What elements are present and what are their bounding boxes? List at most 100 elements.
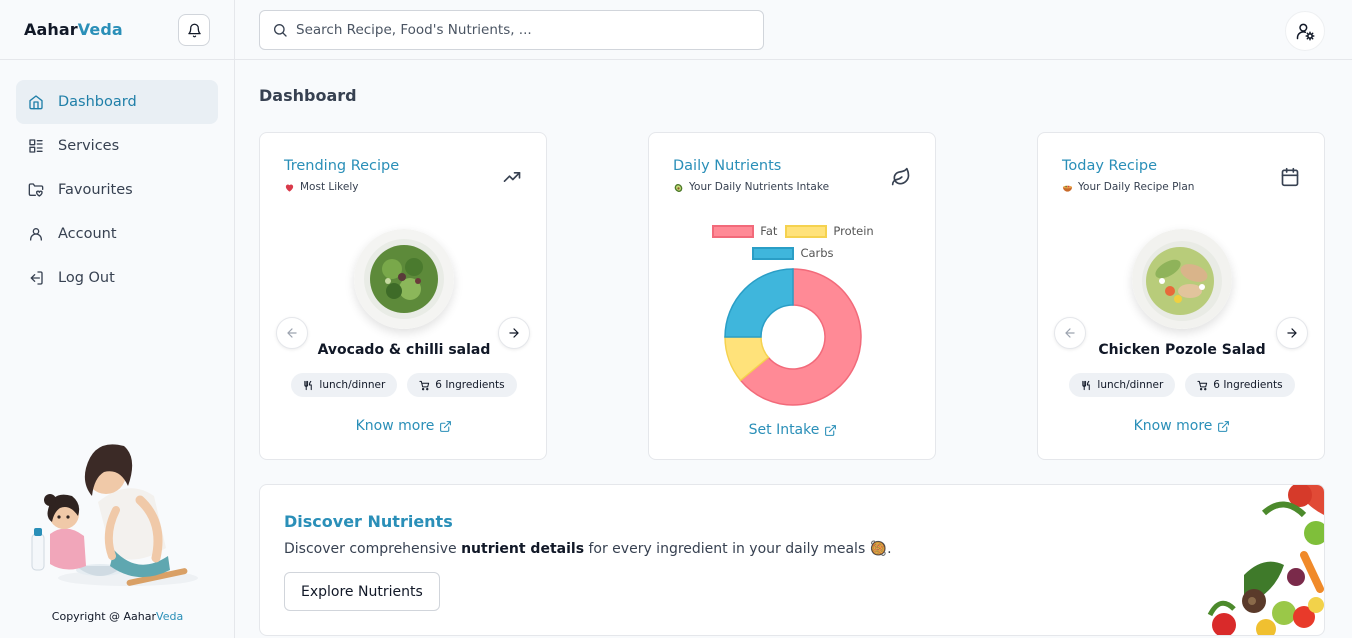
dish-image <box>1132 229 1232 329</box>
tag-ingredients: 6 Ingredients <box>1185 373 1295 397</box>
brand-part2: Veda <box>77 20 123 39</box>
calendar-icon <box>1281 167 1299 187</box>
legend-item-carbs[interactable]: Carbs <box>752 246 834 260</box>
sidebar-item-label: Favourites <box>58 182 133 198</box>
sidebar-item-account[interactable]: Account <box>16 212 218 256</box>
know-more-link[interactable]: Know more <box>1038 418 1326 434</box>
copyright-brand2: Veda <box>156 610 184 623</box>
legend-label: Protein <box>833 224 874 238</box>
copyright: Copyright @ AaharVeda <box>0 610 235 623</box>
external-link-icon <box>440 420 452 432</box>
vegetables-image <box>1207 485 1324 635</box>
user-settings-icon <box>1296 23 1315 41</box>
legend-label: Fat <box>760 224 778 238</box>
know-more-link[interactable]: Know more <box>260 418 548 434</box>
utensils-icon <box>1082 380 1091 390</box>
card-subtitle: Your Daily Recipe Plan <box>1062 181 1194 193</box>
avocado-icon <box>674 183 683 192</box>
external-link-icon <box>1218 420 1230 432</box>
link-label: Set Intake <box>748 422 820 438</box>
arrow-right-icon <box>509 328 519 338</box>
discover-text-bold: nutrient details <box>461 541 585 557</box>
legend-item-fat[interactable]: Fat <box>712 224 777 238</box>
cooking-illustration <box>31 444 198 586</box>
bowl-icon <box>1062 185 1073 192</box>
legend-swatch <box>785 224 828 238</box>
card-title: Today Recipe <box>1062 158 1158 174</box>
tag-meal-type: lunch/dinner <box>291 373 398 397</box>
tag-label: 6 Ingredients <box>1213 379 1283 391</box>
search-box[interactable] <box>259 10 764 50</box>
card-subtitle-text: Most Likely <box>300 181 359 193</box>
card-subtitle-text: Your Daily Recipe Plan <box>1078 181 1195 193</box>
folder-heart-icon <box>28 183 44 197</box>
dish-name: Avocado & chilli salad <box>317 342 491 358</box>
recipe-tags: lunch/dinner 6 Ingredients <box>260 373 548 397</box>
card-subtitle: Most Likely <box>284 181 358 193</box>
sidebar-item-services[interactable]: Services <box>16 124 218 168</box>
legend-label: Carbs <box>800 246 834 260</box>
today-recipe-card: Today Recipe Your Daily Recipe Plan Chic… <box>1037 132 1325 460</box>
sidebar-item-favourites[interactable]: Favourites <box>16 168 218 212</box>
user-settings-button[interactable] <box>1285 11 1325 51</box>
discover-text-part: for every ingredient in your daily meals… <box>584 541 892 557</box>
topbar <box>235 0 1352 60</box>
tag-label: lunch/dinner <box>1097 379 1164 391</box>
donut-slice-carbs[interactable] <box>724 268 794 338</box>
trending-up-icon <box>503 172 521 182</box>
daily-nutrients-card: Daily Nutrients Your Daily Nutrients Int… <box>648 132 936 460</box>
link-label: Know more <box>355 418 435 434</box>
sidebar-item-logout[interactable]: Log Out <box>16 256 218 300</box>
external-link-icon <box>825 424 837 436</box>
legend-item-protein[interactable]: Protein <box>785 224 874 238</box>
arrow-right-icon <box>1287 328 1297 338</box>
explore-nutrients-button[interactable]: Explore Nutrients <box>284 572 440 611</box>
link-label: Know more <box>1133 418 1213 434</box>
search-input[interactable] <box>296 22 736 38</box>
discover-text-part: Discover comprehensive <box>284 541 462 557</box>
sidebar-item-label: Dashboard <box>58 94 137 110</box>
arrow-left-icon <box>1065 328 1075 338</box>
cart-icon <box>419 380 430 390</box>
utensils-icon <box>304 380 313 390</box>
user-icon <box>30 228 42 241</box>
sidebar: AaharVeda Dashboard Services Favourites … <box>0 0 235 638</box>
leaf-icon <box>891 167 910 186</box>
discover-title: Discover Nutrients <box>284 512 453 531</box>
brand-part1: Aahar <box>24 20 78 39</box>
page-title: Dashboard <box>259 86 357 105</box>
tag-label: 6 Ingredients <box>435 379 505 391</box>
nutrients-donut-chart <box>724 268 862 406</box>
card-subtitle: Your Daily Nutrients Intake <box>673 181 829 193</box>
tag-meal-type: lunch/dinner <box>1069 373 1176 397</box>
discover-text: Discover comprehensive nutrient details … <box>284 541 892 557</box>
cart-icon <box>1197 380 1208 390</box>
set-intake-link[interactable]: Set Intake <box>649 422 937 438</box>
tag-label: lunch/dinner <box>319 379 386 391</box>
dish-image <box>354 229 454 329</box>
sidebar-item-label: Log Out <box>58 270 115 286</box>
chart-legend: Fat Protein Carbs <box>649 220 937 264</box>
card-title: Trending Recipe <box>284 158 400 174</box>
tag-ingredients: 6 Ingredients <box>407 373 517 397</box>
sidebar-item-dashboard[interactable]: Dashboard <box>16 80 218 124</box>
arrow-left-icon <box>287 328 297 338</box>
card-subtitle-text: Your Daily Nutrients Intake <box>689 181 830 193</box>
copyright-prefix: Copyright @ <box>51 610 124 623</box>
home-icon <box>29 95 43 110</box>
sidebar-nav: Dashboard Services Favourites Account Lo… <box>0 60 234 320</box>
copyright-brand1: Aahar <box>123 610 157 623</box>
bell-icon <box>187 23 201 37</box>
legend-swatch <box>752 246 795 260</box>
sidebar-item-label: Services <box>58 138 120 154</box>
brand-logo[interactable]: AaharVeda <box>24 20 123 39</box>
notifications-button[interactable] <box>178 14 210 46</box>
trending-recipe-card: Trending Recipe Most Likely Avocado & ch… <box>259 132 547 460</box>
recipe-tags: lunch/dinner 6 Ingredients <box>1038 373 1326 397</box>
legend-swatch <box>712 224 755 238</box>
logout-icon <box>30 271 43 285</box>
heart-icon <box>285 184 294 192</box>
discover-nutrients-section: Discover Nutrients Discover comprehensiv… <box>259 484 1325 636</box>
services-icon <box>29 139 43 153</box>
search-icon <box>274 24 287 37</box>
